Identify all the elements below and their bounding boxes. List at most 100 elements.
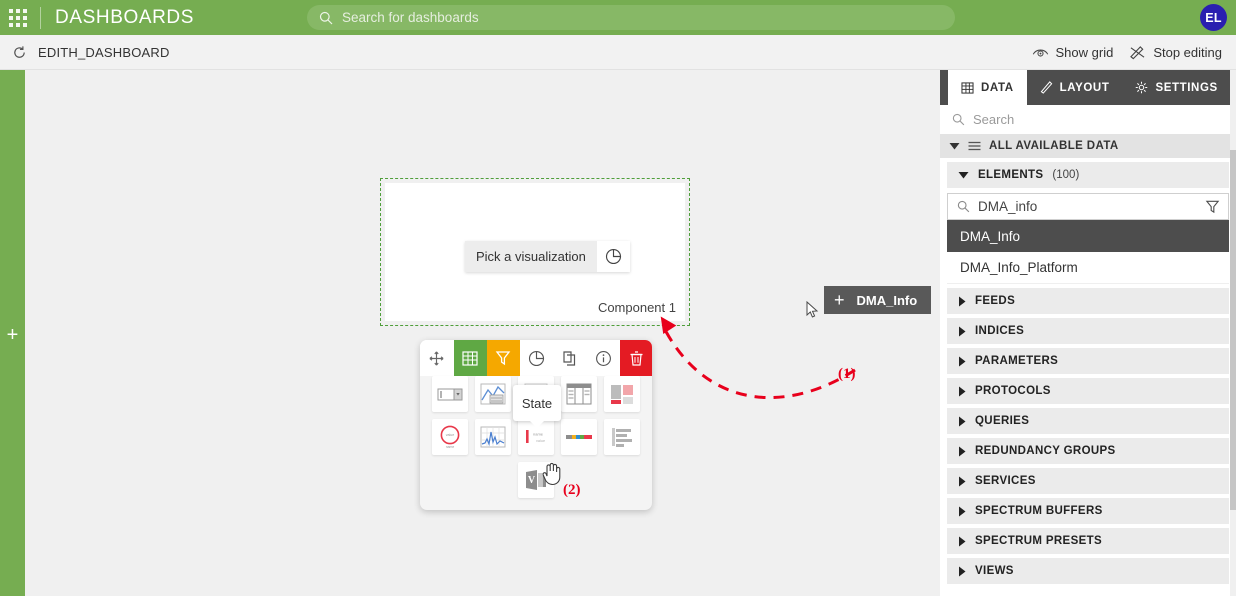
eye-icon (1032, 49, 1048, 57)
section-redundancy-groups[interactable]: REDUNDANCY GROUPS (947, 438, 1229, 464)
left-rail[interactable]: + (0, 70, 25, 596)
element-item-dma-info-platform[interactable]: DMA_Info_Platform (947, 252, 1229, 284)
funnel-icon[interactable] (1201, 199, 1223, 214)
chevron-right-icon (959, 566, 966, 576)
move-handle-icon[interactable] (420, 340, 454, 376)
colorbar-viz-icon[interactable] (561, 419, 597, 455)
tab-layout-label: LAYOUT (1059, 81, 1110, 94)
dashboard-component[interactable]: Pick a visualization Component 1 (380, 178, 690, 326)
section-label: QUERIES (975, 415, 1030, 427)
annotation-arrow-1 (660, 316, 856, 399)
svg-text:V: V (528, 475, 536, 486)
section-spectrum-presets[interactable]: SPECTRUM PRESETS (947, 528, 1229, 554)
panel-scrollbar-track[interactable] (1230, 70, 1236, 596)
section-elements-count: (100) (1052, 169, 1080, 181)
avatar[interactable]: EL (1200, 4, 1227, 31)
plus-icon[interactable]: + (0, 325, 25, 345)
table-icon (961, 81, 974, 94)
chevron-right-icon (959, 536, 966, 546)
section-views[interactable]: VIEWS (947, 558, 1229, 584)
component-surface[interactable]: Pick a visualization Component 1 (385, 183, 685, 321)
tab-layout[interactable]: LAYOUT (1027, 70, 1123, 105)
drag-chip-label: DMA_Info (856, 292, 918, 308)
elements-filter-field[interactable] (947, 193, 1229, 220)
search-input[interactable] (342, 10, 902, 25)
section-queries[interactable]: QUERIES (947, 408, 1229, 434)
section-label: SERVICES (975, 475, 1036, 487)
chevron-right-icon (959, 386, 966, 396)
show-grid-label: Show grid (1055, 44, 1114, 60)
element-label: DMA_Info_Platform (960, 260, 1078, 275)
dashboard-search[interactable] (307, 5, 955, 30)
svg-text:name: name (446, 445, 455, 449)
search-icon (952, 113, 965, 126)
section-indices[interactable]: INDICES (947, 318, 1229, 344)
pie-chart-icon (605, 248, 621, 265)
drag-chip-dma-info[interactable]: + DMA_Info (824, 286, 932, 314)
copy-icon[interactable] (553, 340, 587, 376)
pick-visualization-button[interactable] (596, 241, 630, 272)
stop-editing-label: Stop editing (1153, 44, 1222, 60)
chart-viz-icon[interactable] (475, 376, 511, 412)
section-protocols[interactable]: PROTOCOLS (947, 378, 1229, 404)
search-icon (957, 200, 970, 213)
spectrum-viz-icon[interactable] (475, 419, 511, 455)
svg-text:value: value (536, 439, 545, 443)
data-panel: DATA LAYOUT SETTINGS Search ALL AVAILABL… (940, 70, 1236, 596)
plus-icon: + (834, 290, 845, 310)
section-label: PARAMETERS (975, 355, 1059, 367)
section-spectrum-buffers[interactable]: SPECTRUM BUFFERS (947, 498, 1229, 524)
barlist-viz-icon[interactable] (604, 419, 640, 455)
element-label: DMA_Info (960, 228, 1021, 244)
show-grid-button[interactable]: Show grid (1024, 35, 1122, 69)
panel-search-input[interactable] (973, 112, 1203, 127)
gauge-viz-icon[interactable]: value name (432, 419, 468, 455)
tab-data-label: DATA (981, 81, 1014, 94)
state-tooltip: State (513, 385, 561, 428)
info-icon[interactable] (586, 340, 621, 376)
section-label: SPECTRUM BUFFERS (975, 505, 1103, 517)
section-label: VIEWS (975, 565, 1014, 577)
refresh-icon[interactable] (6, 45, 32, 60)
section-label: PROTOCOLS (975, 385, 1051, 397)
filter-icon[interactable] (486, 340, 520, 376)
annotation-label-1: (1) (838, 366, 856, 382)
section-label: SPECTRUM PRESETS (975, 535, 1103, 547)
page-title: DASHBOARDS (55, 6, 195, 28)
section-parameters[interactable]: PARAMETERS (947, 348, 1229, 374)
chevron-right-icon (959, 446, 966, 456)
chevron-right-icon (959, 296, 966, 306)
dashboard-canvas[interactable]: Pick a visualization Component 1 + DMA_I… (25, 70, 941, 596)
panel-scrollbar-thumb[interactable] (1230, 150, 1236, 510)
element-item-dma-info[interactable]: DMA_Info (947, 220, 1229, 252)
component-toolbar (420, 340, 652, 376)
mouse-cursor-icon (806, 301, 819, 318)
dropdown-viz-icon[interactable] (432, 376, 468, 412)
section-feeds[interactable]: FEEDS (947, 288, 1229, 314)
tab-settings[interactable]: SETTINGS (1122, 70, 1230, 105)
table-icon[interactable] (453, 340, 487, 376)
elements-filter-input[interactable] (978, 199, 1193, 214)
chevron-down-icon (958, 172, 969, 179)
section-elements[interactable]: ELEMENTS (100) (947, 162, 1229, 188)
table-viz-icon[interactable] (561, 376, 597, 412)
tiles-viz-icon[interactable] (604, 376, 640, 412)
stop-editing-button[interactable]: Stop editing (1121, 35, 1230, 69)
tab-settings-label: SETTINGS (1155, 81, 1218, 94)
all-available-data-header[interactable]: ALL AVAILABLE DATA (940, 134, 1236, 158)
trash-icon[interactable] (620, 340, 652, 376)
top-header-bar: DASHBOARDS EL (0, 0, 1236, 35)
chevron-right-icon (959, 356, 966, 366)
tab-data[interactable]: DATA (948, 70, 1027, 105)
section-services[interactable]: SERVICES (947, 468, 1229, 494)
pie-chart-icon[interactable] (519, 340, 554, 376)
dashboard-app: DASHBOARDS EL EDITH_DASHBOARD (0, 0, 1236, 596)
section-label: FEEDS (975, 295, 1016, 307)
chevron-right-icon (959, 416, 966, 426)
pen-crossed-icon (1130, 45, 1145, 59)
app-grid-icon[interactable] (0, 8, 36, 27)
gear-icon (1136, 81, 1148, 94)
pick-visualization-label: Pick a visualization (465, 241, 597, 272)
svg-text:name: name (533, 432, 544, 437)
panel-search[interactable] (940, 105, 1236, 134)
